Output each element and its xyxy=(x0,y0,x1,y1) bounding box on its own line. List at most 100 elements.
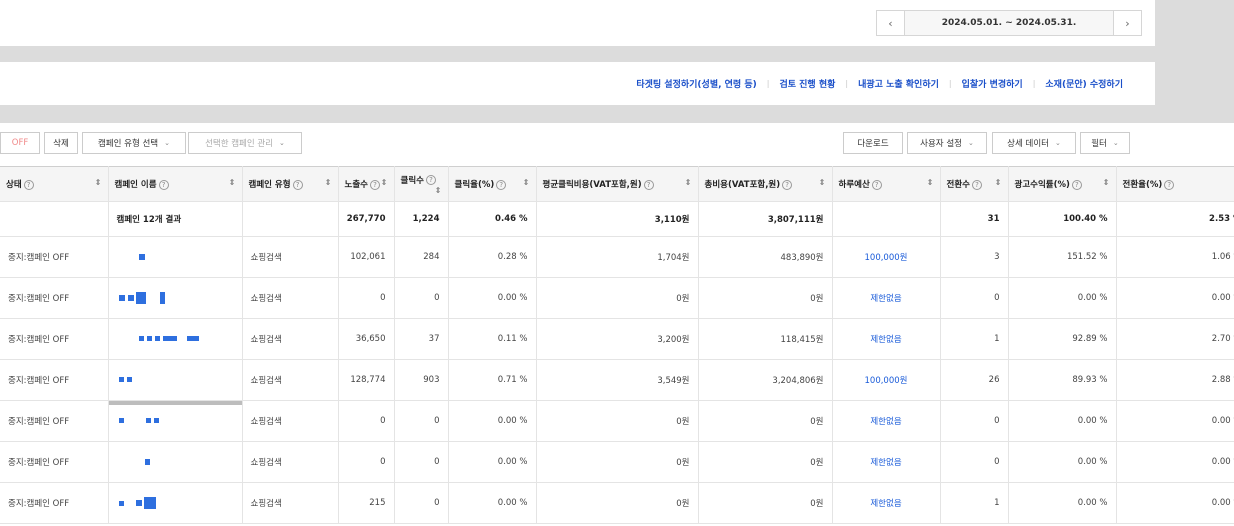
sort-icon[interactable]: ⇕ xyxy=(995,178,1002,187)
row-total-cost: 0원 xyxy=(698,482,833,524)
row-roas: 151.52 % xyxy=(1008,236,1117,278)
row-cvr: 0.00 % xyxy=(1116,400,1234,442)
sort-icon[interactable]: ⇕ xyxy=(325,178,332,187)
link-review-status[interactable]: 검토 진행 현황 xyxy=(779,77,835,90)
filter-select[interactable]: 필터 ⌄ xyxy=(1080,132,1130,154)
chevron-right-icon[interactable]: › xyxy=(1113,11,1141,35)
col-status[interactable]: 상태? ⇕ xyxy=(0,166,109,202)
detail-data-select[interactable]: 상세 데이터 ⌄ xyxy=(992,132,1076,154)
row-status[interactable]: 중지:캠페인 OFF xyxy=(0,359,109,401)
row-impressions: 102,061 xyxy=(338,236,395,278)
sort-icon[interactable]: ⇕ xyxy=(229,178,236,187)
row-status[interactable]: 중지:캠페인 OFF xyxy=(0,400,109,442)
row-status[interactable]: 중지:캠페인 OFF xyxy=(0,482,109,524)
date-range-picker[interactable]: ‹ 2024.05.01. ~ 2024.05.31. › xyxy=(876,10,1142,36)
summary-row: 캠페인 12개 결과 267,770 1,224 0.46 % 3,110원 3… xyxy=(0,201,1234,237)
row-status[interactable]: 중지:캠페인 OFF xyxy=(0,236,109,278)
row-type: 쇼핑검색 xyxy=(242,277,339,319)
col-label: 상태 xyxy=(6,180,22,190)
row-budget-link[interactable]: 100,000원 xyxy=(832,236,941,278)
col-conversions[interactable]: 전환수? ⇕ xyxy=(940,166,1009,202)
row-budget-link[interactable]: 제한없음 xyxy=(832,318,941,360)
sort-icon[interactable]: ⇕ xyxy=(95,178,102,187)
link-change-bid[interactable]: 입찰가 변경하기 xyxy=(962,77,1023,90)
sort-icon[interactable]: ⇕ xyxy=(685,178,692,187)
help-icon[interactable]: ? xyxy=(782,179,793,190)
col-roas[interactable]: 광고수익률(%)? ⇕ xyxy=(1008,166,1117,202)
row-roas: 89.93 % xyxy=(1008,359,1117,401)
row-budget-link[interactable]: 제한없음 xyxy=(832,400,941,442)
help-icon[interactable]: ? xyxy=(871,179,882,190)
row-type: 쇼핑검색 xyxy=(242,441,339,483)
date-range-text[interactable]: 2024.05.01. ~ 2024.05.31. xyxy=(905,11,1113,35)
chevron-left-icon[interactable]: ‹ xyxy=(877,11,905,35)
sort-icon[interactable]: ⇕ xyxy=(523,178,530,187)
link-ad-exposure[interactable]: 내광고 노출 확인하기 xyxy=(858,77,939,90)
user-settings-label: 사용자 설정 xyxy=(920,139,962,149)
row-type: 쇼핑검색 xyxy=(242,318,339,360)
help-icon[interactable]: ? xyxy=(1071,179,1082,190)
row-campaign-name-redacted[interactable] xyxy=(108,359,243,401)
row-status[interactable]: 중지:캠페인 OFF xyxy=(0,277,109,319)
sort-icon[interactable]: ⇕ xyxy=(927,178,934,187)
col-campaign-type[interactable]: 캠페인 유형? ⇕ xyxy=(242,166,339,202)
row-budget-link[interactable]: 100,000원 xyxy=(832,359,941,401)
selected-campaign-manage-label: 선택한 캠페인 관리 xyxy=(205,139,274,149)
col-ctr[interactable]: 클릭율(%)? ⇕ xyxy=(448,166,537,202)
row-campaign-name-redacted[interactable] xyxy=(108,318,243,360)
table-row: 중지:캠페인 OFF 쇼핑검색 0 0 0.00 % 0원 0원 제한없음 0 … xyxy=(0,277,1234,319)
col-cvr[interactable]: 전환율(%)?⇕ xyxy=(1116,166,1234,202)
sort-icon[interactable]: ⇕ xyxy=(435,186,442,195)
row-campaign-name-redacted[interactable] xyxy=(108,277,243,319)
row-status[interactable]: 중지:캠페인 OFF xyxy=(0,318,109,360)
divider: | xyxy=(1032,79,1036,88)
sort-icon[interactable]: ⇕ xyxy=(381,178,388,187)
col-clicks[interactable]: 클릭수? ⇕ xyxy=(394,166,449,202)
row-budget-link[interactable]: 제한없음 xyxy=(832,441,941,483)
row-status[interactable]: 중지:캠페인 OFF xyxy=(0,441,109,483)
help-icon[interactable]: ? xyxy=(158,179,169,190)
help-icon[interactable]: ? xyxy=(496,179,507,190)
user-settings-select[interactable]: 사용자 설정 ⌄ xyxy=(907,132,987,154)
help-icon[interactable]: ? xyxy=(292,179,303,190)
row-campaign-name-redacted[interactable] xyxy=(108,441,243,483)
row-campaign-name-redacted[interactable] xyxy=(108,236,243,278)
row-avg-cpc: 0원 xyxy=(536,482,699,524)
sort-icon[interactable]: ⇕ xyxy=(819,178,826,187)
help-icon[interactable]: ? xyxy=(1164,179,1175,190)
row-budget-link[interactable]: 제한없음 xyxy=(832,277,941,319)
help-icon[interactable]: ? xyxy=(971,179,982,190)
row-roas: 0.00 % xyxy=(1008,441,1117,483)
col-avg-cpc[interactable]: 평균클릭비용(VAT포함,원)? ⇕ xyxy=(536,166,699,202)
col-total-cost[interactable]: 총비용(VAT포함,원)? ⇕ xyxy=(698,166,833,202)
row-conversions: 3 xyxy=(940,236,1009,278)
help-icon[interactable]: ? xyxy=(23,179,34,190)
link-edit-creative[interactable]: 소재(문안) 수정하기 xyxy=(1045,77,1123,90)
chevron-down-icon: ⌄ xyxy=(1112,139,1119,147)
help-icon[interactable]: ? xyxy=(643,179,654,190)
divider: | xyxy=(845,79,849,88)
delete-button[interactable]: 삭제 xyxy=(44,132,78,154)
row-ctr: 0.00 % xyxy=(448,482,537,524)
sort-icon[interactable]: ⇕ xyxy=(1103,178,1110,187)
campaign-table-panel: OFF 삭제 캠페인 유형 선택 ⌄ 선택한 캠페인 관리 ⌄ 다운로드 사용자 설… xyxy=(0,123,1234,526)
selected-campaign-manage-select[interactable]: 선택한 캠페인 관리 ⌄ xyxy=(188,132,302,154)
col-daily-budget[interactable]: 하루예산? ⇕ xyxy=(832,166,941,202)
row-conversions: 1 xyxy=(940,318,1009,360)
col-campaign-name[interactable]: 캠페인 이름? ⇕ xyxy=(108,166,243,202)
help-icon[interactable]: ? xyxy=(425,175,436,185)
download-button[interactable]: 다운로드 xyxy=(843,132,903,154)
col-label: 하루예산 xyxy=(838,180,870,190)
row-type: 쇼핑검색 xyxy=(242,400,339,442)
link-targeting[interactable]: 타겟팅 설정하기(성별, 연령 등) xyxy=(636,77,756,90)
row-campaign-name-redacted[interactable] xyxy=(108,482,243,524)
off-button[interactable]: OFF xyxy=(0,132,40,154)
row-budget-link[interactable]: 제한없음 xyxy=(832,482,941,524)
help-icon[interactable]: ? xyxy=(369,179,380,190)
col-impressions[interactable]: 노출수? ⇕ xyxy=(338,166,395,202)
campaign-type-select[interactable]: 캠페인 유형 선택 ⌄ xyxy=(82,132,186,154)
row-campaign-name-redacted[interactable] xyxy=(108,400,243,442)
table-row: 중지:캠페인 OFF 쇼핑검색 0 0 0.00 % 0원 0원 제한없음 0 … xyxy=(0,400,1234,442)
col-label: 캠페인 유형 xyxy=(248,180,291,190)
row-clicks: 0 xyxy=(394,277,449,319)
